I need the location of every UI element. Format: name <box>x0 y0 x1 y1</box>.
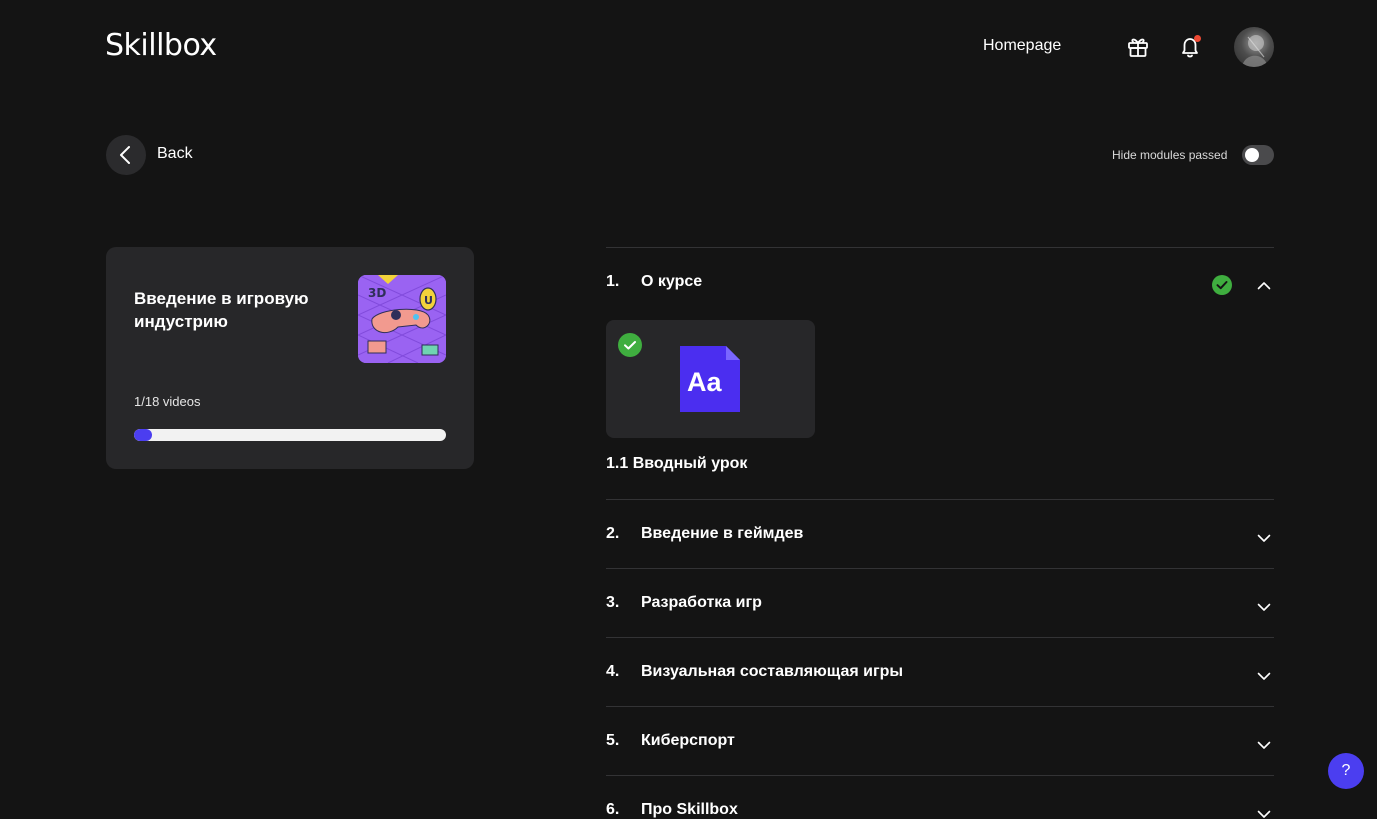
svg-text:U: U <box>424 294 433 307</box>
check-icon <box>1216 281 1228 290</box>
module-title[interactable]: Про Skillbox <box>641 801 738 819</box>
help-button[interactable]: ? <box>1328 753 1364 789</box>
back-button[interactable] <box>106 135 146 175</box>
module-number: 6. <box>606 801 620 818</box>
chevron-down-icon[interactable] <box>1256 599 1272 615</box>
module-title[interactable]: Визуальная составляющая игры <box>641 663 903 681</box>
user-avatar[interactable] <box>1234 27 1274 67</box>
course-title: Введение в игровую индустрию <box>134 289 309 331</box>
module-title[interactable]: О курсе <box>641 273 702 291</box>
chevron-down-icon[interactable] <box>1256 737 1272 753</box>
skillbox-logo[interactable]: Skillbox <box>105 28 217 63</box>
module-completed-icon <box>1212 275 1232 295</box>
course-card: Введение в игровую индустрию U 3D 1/18 v… <box>106 247 474 469</box>
module-item[interactable]: 1. О курсе Aa 1.1 Вводный урок <box>606 247 1274 499</box>
check-icon <box>624 341 636 350</box>
hide-modules-label: Hide modules passed <box>1112 148 1228 162</box>
course-thumbnail: U 3D <box>358 275 446 363</box>
lesson-completed-icon <box>618 333 642 357</box>
module-number: 5. <box>606 732 620 749</box>
homepage-link[interactable]: Homepage <box>983 37 1061 55</box>
notification-dot <box>1194 35 1201 42</box>
course-progress-bar <box>134 429 446 441</box>
game-illustration: U 3D <box>358 275 446 363</box>
module-item[interactable]: 4. Визуальная составляющая игры <box>606 637 1274 706</box>
gift-icon[interactable] <box>1125 34 1151 60</box>
text-lesson-icon: Aa <box>680 346 740 412</box>
module-title[interactable]: Киберспорт <box>641 732 735 750</box>
chevron-down-icon[interactable] <box>1256 806 1272 819</box>
course-progress-fill <box>134 429 152 441</box>
module-item[interactable]: 3. Разработка игр <box>606 568 1274 637</box>
toggle-knob <box>1245 148 1259 162</box>
module-item[interactable]: 5. Киберспорт <box>606 706 1274 775</box>
svg-text:3D: 3D <box>368 286 386 300</box>
module-item[interactable]: 2. Введение в геймдев <box>606 499 1274 568</box>
lesson-card[interactable]: Aa <box>606 320 815 438</box>
avatar-image <box>1242 35 1268 67</box>
module-title[interactable]: Разработка игр <box>641 594 762 612</box>
module-number: 4. <box>606 663 620 680</box>
module-number: 3. <box>606 594 620 611</box>
back-label[interactable]: Back <box>157 145 193 163</box>
lesson-title[interactable]: 1.1 Вводный урок <box>606 455 747 473</box>
module-title[interactable]: Введение в геймдев <box>641 525 803 543</box>
module-number: 1. <box>606 273 620 290</box>
top-header: Skillbox Homepage <box>0 0 1377 95</box>
chevron-down-icon[interactable] <box>1256 668 1272 684</box>
chevron-left-icon <box>120 146 130 164</box>
module-number: 2. <box>606 525 620 542</box>
videos-count: 1/18 videos <box>134 394 201 409</box>
modules-list: 1. О курсе Aa 1.1 Вводный урок 2. Введен… <box>606 247 1274 819</box>
hide-modules-toggle[interactable] <box>1242 145 1274 165</box>
chevron-down-icon[interactable] <box>1256 530 1272 546</box>
module-item[interactable]: 6. Про Skillbox <box>606 775 1274 819</box>
chevron-up-icon[interactable] <box>1256 278 1272 294</box>
lesson-icon-text: Aa <box>687 367 722 397</box>
